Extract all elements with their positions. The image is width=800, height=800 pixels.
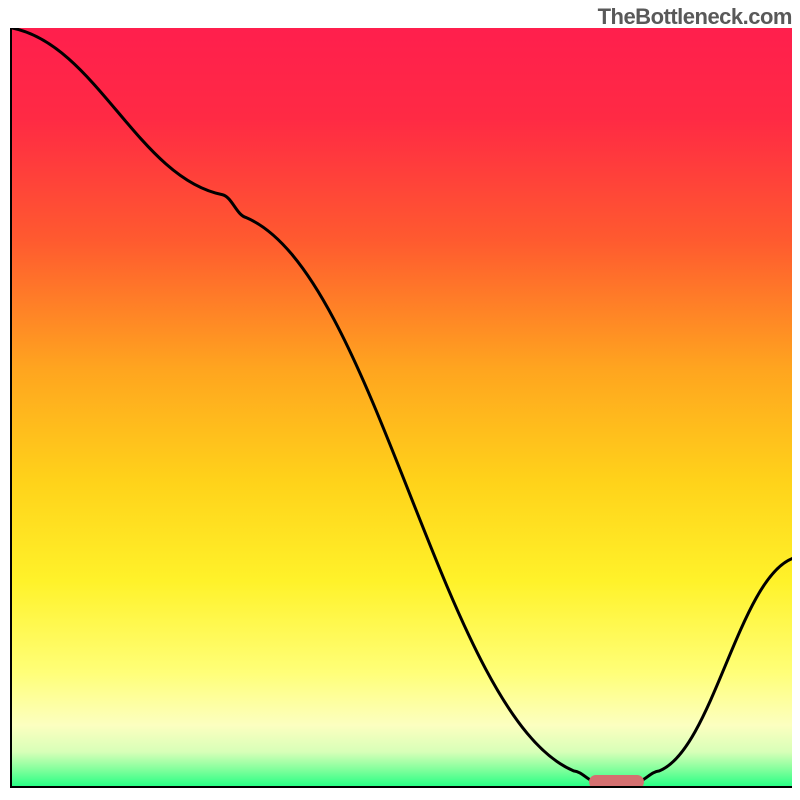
chart-svg <box>12 28 792 786</box>
chart-container: TheBottleneck.com <box>0 0 800 800</box>
target-marker <box>589 775 644 788</box>
plot-area <box>10 28 792 788</box>
gradient-background <box>12 28 792 786</box>
watermark-text: TheBottleneck.com <box>598 4 792 30</box>
